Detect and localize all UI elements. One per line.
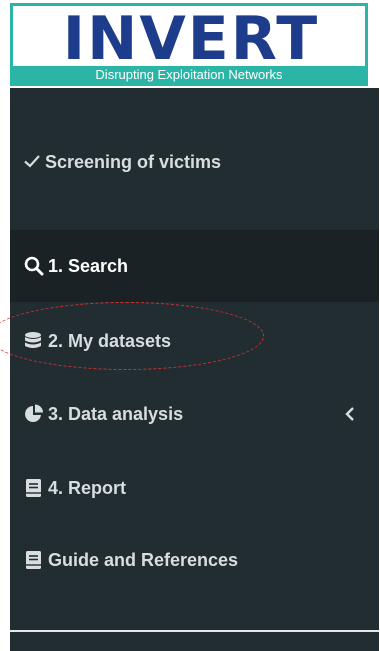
logo-wordmark: INVERT (62, 11, 320, 67)
sidebar-item-label: 3. Data analysis (48, 403, 184, 424)
sidebar: Screening of victims 1. Search 2. My dat… (10, 88, 379, 651)
sidebar-item-datasets[interactable]: 2. My datasets (10, 307, 379, 375)
sidebar-item-guide[interactable]: Guide and References (10, 526, 379, 594)
sidebar-header-label: Screening of victims (45, 151, 222, 172)
search-icon (24, 256, 44, 276)
sidebar-item-label: 2. My datasets (48, 330, 172, 351)
app-root: INVERT Disrupting Exploitation Networks … (0, 0, 380, 651)
chevron-left-icon[interactable] (345, 406, 355, 422)
sidebar-item-label: 1. Search (48, 255, 129, 276)
sidebar-item-data-analysis[interactable]: 3. Data analysis (10, 380, 379, 448)
sidebar-item-label: 4. Report (48, 477, 127, 498)
sidebar-item-report[interactable]: 4. Report (10, 454, 379, 522)
sidebar-divider (10, 630, 379, 632)
sidebar-item-search[interactable]: 1. Search (10, 230, 379, 302)
book-icon (24, 550, 44, 570)
check-icon (23, 152, 41, 172)
pie-chart-icon (24, 404, 44, 424)
logo[interactable]: INVERT Disrupting Exploitation Networks (10, 3, 368, 86)
sidebar-item-label: Guide and References (48, 549, 239, 570)
logo-tagline: Disrupting Exploitation Networks (13, 66, 365, 83)
logo-area: INVERT Disrupting Exploitation Networks (10, 0, 379, 88)
book-icon (24, 478, 44, 498)
sidebar-header-screening[interactable]: Screening of victims (10, 126, 379, 198)
database-icon (24, 331, 44, 351)
